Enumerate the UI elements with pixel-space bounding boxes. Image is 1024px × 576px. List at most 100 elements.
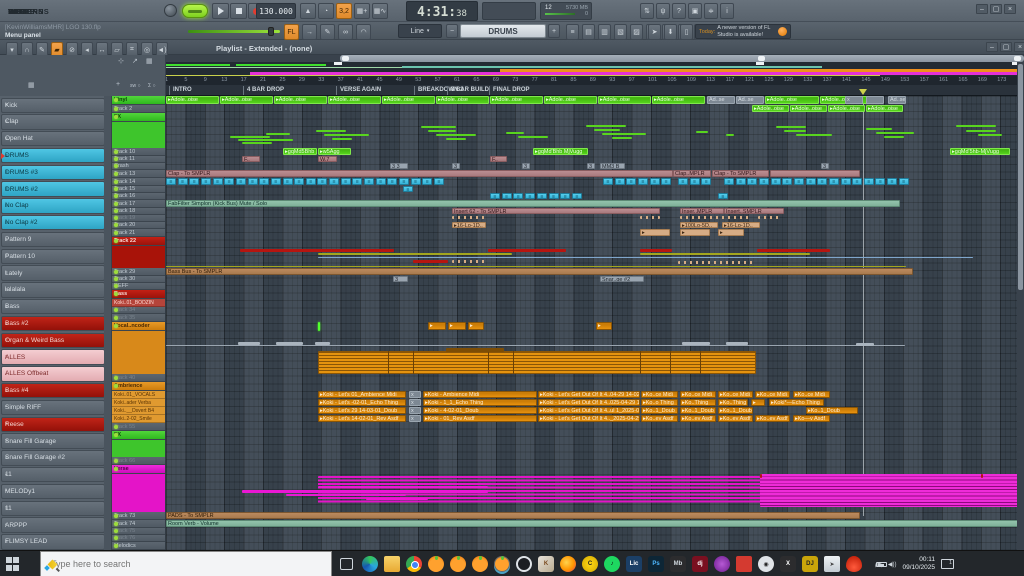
- clip[interactable]: [670, 351, 671, 374]
- clip[interactable]: x: [409, 391, 421, 398]
- clip-drum-pattern[interactable]: ≡: [718, 193, 728, 199]
- pattern-item-clap[interactable]: ≡Clap: [1, 114, 105, 129]
- clip[interactable]: 3: [522, 163, 530, 169]
- task-view-button[interactable]: [340, 558, 353, 570]
- taskbar-search[interactable]: [40, 551, 332, 576]
- track-enable-led[interactable]: [114, 529, 118, 533]
- clip-drum-pattern[interactable]: ≡: [306, 178, 316, 185]
- taskbar-icon-xsplit[interactable]: X: [780, 556, 796, 572]
- play-button[interactable]: [212, 3, 229, 19]
- track-sub-koki-2-02-smile[interactable]: Koki..2-02_Smile: [112, 415, 166, 423]
- pattern-item-pattern-10[interactable]: ≡Pattern 10: [1, 249, 105, 264]
- playlist-maximize-button[interactable]: ▢: [1000, 42, 1012, 52]
- clip[interactable]: ▸: [596, 322, 612, 330]
- clip-drum-pattern[interactable]: ≡: [178, 178, 188, 185]
- clip-or[interactable]: ▸Ko..ce Midi: [793, 391, 830, 398]
- track-header-verse[interactable]: Verse▾: [112, 465, 166, 474]
- clip-g[interactable]: ▸Adole..oise: [490, 96, 543, 104]
- track-enable-led[interactable]: [114, 376, 118, 380]
- clip-g[interactable]: ▸Adole..oise: [790, 105, 827, 112]
- clip-or[interactable]: ▸Koki - 1_1_Echo Thing: [423, 399, 537, 406]
- playhead-marker[interactable]: [859, 89, 867, 95]
- clip[interactable]: [978, 134, 1002, 136]
- track-header-vocal-ncoder[interactable]: Vocal..ncoder▾: [112, 322, 166, 331]
- clip[interactable]: [332, 138, 352, 140]
- clip-drum-pattern[interactable]: ≡: [759, 178, 769, 185]
- clip-or[interactable]: ▸Koki - Let's Get Out Of It 4.._2025-04-…: [538, 415, 640, 422]
- clip[interactable]: ▸: [428, 322, 446, 330]
- clip[interactable]: ▸: [718, 229, 744, 236]
- hscroll-handle[interactable]: [1014, 56, 1021, 61]
- pattern-item-drums-3[interactable]: ≡DRUMS #3: [1, 165, 105, 180]
- taskbar-icon-pointer-app[interactable]: ➤: [824, 556, 840, 572]
- clip-or[interactable]: ▸Ko..1_Doub: [806, 407, 858, 414]
- track-enable-led[interactable]: [114, 384, 118, 388]
- clip-g[interactable]: ▸Adole..oise: [752, 105, 789, 112]
- clip[interactable]: x: [409, 407, 421, 414]
- clip-g[interactable]: ▸Adole..oise: [328, 96, 381, 104]
- clip[interactable]: [276, 342, 303, 345]
- clip[interactable]: [758, 216, 780, 219]
- clip-drum-pattern[interactable]: ≡: [434, 178, 444, 185]
- clip[interactable]: [166, 266, 906, 267]
- clip[interactable]: 3: [452, 163, 460, 169]
- clip-drum-pattern[interactable]: ≡: [549, 193, 559, 199]
- pattern-item-simple-riff[interactable]: •Simple RIFF: [1, 400, 105, 415]
- clip-drum-pattern[interactable]: ≡: [817, 178, 827, 185]
- link-controller-button[interactable]: ∞: [338, 24, 353, 40]
- playlist-minimap[interactable]: [166, 62, 1024, 76]
- track-enable-led[interactable]: [114, 157, 118, 161]
- clip-drum-pattern[interactable]: ≡: [782, 178, 792, 185]
- track-enable-led[interactable]: [114, 216, 118, 220]
- time-display[interactable]: 4:31:38: [406, 1, 478, 21]
- clip[interactable]: [966, 130, 996, 132]
- pattern-next-button[interactable]: +: [548, 24, 560, 38]
- clip-drum-pattern[interactable]: ≡: [411, 178, 421, 185]
- track-header-track-75[interactable]: Track 75: [112, 528, 166, 535]
- track-header-track-55[interactable]: Track 55: [112, 423, 166, 431]
- track-sub-koki-01-vocals[interactable]: Koki..01_VOCALS: [112, 391, 166, 399]
- clip-drum-pattern[interactable]: ≡: [875, 178, 885, 185]
- clip[interactable]: 3: [587, 163, 595, 169]
- track-header-track-14[interactable]: Track 14: [112, 178, 166, 186]
- clip[interactable]: [602, 133, 646, 135]
- clip-g[interactable]: ▸Adole..oise: [598, 96, 651, 104]
- clip[interactable]: [884, 136, 904, 138]
- pattern-item-alles[interactable]: ≡ALLES: [1, 349, 105, 364]
- clip[interactable]: ▸: [751, 399, 765, 406]
- clip-drum-pattern[interactable]: ≡: [403, 186, 413, 192]
- timeline-marker[interactable]: INTRO: [169, 86, 192, 95]
- clip-g[interactable]: ▸Adole..oise: [652, 96, 705, 104]
- clip-drum-pattern[interactable]: ≡: [806, 178, 816, 185]
- trash-button[interactable]: ▯: [680, 24, 693, 40]
- track-enable-led[interactable]: [114, 308, 118, 312]
- clip-drum-pattern[interactable]: ≡: [422, 178, 432, 185]
- clip[interactable]: [640, 253, 810, 255]
- track-body-verse[interactable]: [112, 474, 166, 512]
- clip[interactable]: x: [409, 415, 421, 422]
- track-body-fx[interactable]: [112, 440, 166, 457]
- clip[interactable]: [640, 216, 660, 219]
- clip-drum-pattern[interactable]: ≡: [224, 178, 234, 185]
- pattern-item-no-clap[interactable]: ≡No Clap: [1, 198, 105, 213]
- fl-logo-button[interactable]: FL: [284, 24, 299, 40]
- taskbar-icon-flame-app[interactable]: [846, 556, 862, 572]
- clip[interactable]: [856, 343, 874, 346]
- clip[interactable]: [266, 133, 290, 135]
- clip-aum[interactable]: Clap - To SMPLR: [712, 170, 769, 177]
- clip-drum-pattern[interactable]: ≡: [841, 178, 851, 185]
- playlist-hscrollbar[interactable]: [166, 55, 1024, 62]
- clip-drum-pattern[interactable]: ≡: [189, 178, 199, 185]
- clip[interactable]: [315, 342, 330, 345]
- pattern-item-organ-weird-bass[interactable]: ≡Organ & Weird Bass: [1, 333, 105, 348]
- overdub-button[interactable]: ▦∿: [372, 3, 388, 19]
- clip-drum-pattern[interactable]: ≡: [259, 178, 269, 185]
- taskbar-icon-fl-studio[interactable]: [472, 556, 488, 572]
- add-track-button[interactable]: +: [116, 81, 120, 88]
- clip-or[interactable]: ▸Ko..ev Asdf: [718, 415, 753, 422]
- clip-drum-pattern[interactable]: ≡: [213, 178, 223, 185]
- clip[interactable]: [488, 351, 489, 374]
- clip-g[interactable]: ▸Adole..oise: [765, 96, 819, 104]
- track-header-fx[interactable]: FX▾: [112, 431, 166, 440]
- track-enable-led[interactable]: [114, 231, 118, 235]
